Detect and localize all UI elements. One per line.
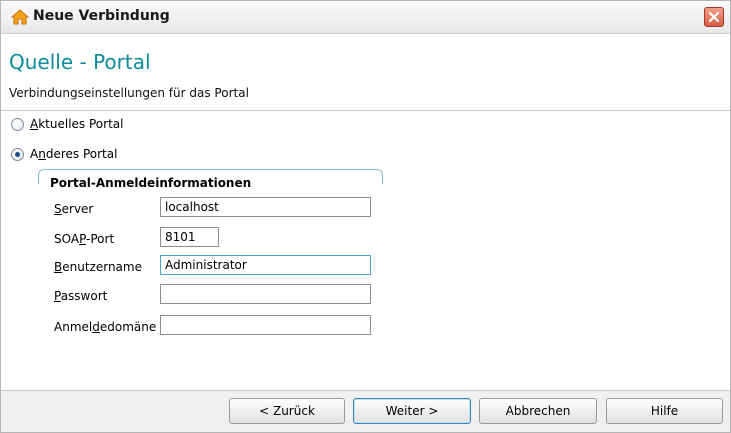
soap-port-input[interactable] (160, 227, 219, 247)
soap-port-label: SOAP-Port (54, 232, 115, 246)
username-label: Benutzername (54, 260, 142, 274)
page-title: Quelle - Portal (9, 50, 151, 74)
title-bar: Neue Verbindung (1, 1, 730, 34)
group-title: Portal-Anmeldeinformationen (50, 176, 252, 190)
password-input[interactable] (160, 284, 371, 304)
radio-current-portal[interactable]: Aktuelles Portal (11, 116, 123, 132)
house-icon (10, 9, 30, 25)
back-button[interactable]: < Zurück (229, 398, 345, 424)
page-header: Quelle - Portal Verbindungseinstellungen… (1, 34, 730, 111)
help-button[interactable]: Hilfe (606, 398, 723, 424)
close-button[interactable] (704, 7, 724, 27)
close-icon (708, 11, 720, 23)
next-button[interactable]: Weiter > (353, 398, 471, 424)
domain-label: Anmeldedomäne (54, 320, 157, 334)
radio-button-selected[interactable] (11, 147, 24, 161)
server-label: Server (54, 202, 94, 216)
username-input[interactable] (160, 255, 371, 275)
page-subtitle: Verbindungseinstellungen für das Portal (9, 86, 249, 100)
radio-other-portal[interactable]: Anderes Portal (11, 146, 117, 162)
server-input[interactable] (160, 197, 371, 217)
cancel-button[interactable]: Abbrechen (479, 398, 597, 424)
radio-current-portal-label: Aktuelles Portal (30, 117, 124, 131)
domain-input[interactable] (160, 315, 371, 335)
radio-other-portal-label: Anderes Portal (30, 147, 118, 161)
radio-button[interactable] (11, 117, 24, 131)
dialog-window: Neue Verbindung Quelle - Portal Verbindu… (0, 0, 731, 433)
window-title: Neue Verbindung (33, 8, 170, 24)
password-label: Passwort (54, 289, 108, 303)
